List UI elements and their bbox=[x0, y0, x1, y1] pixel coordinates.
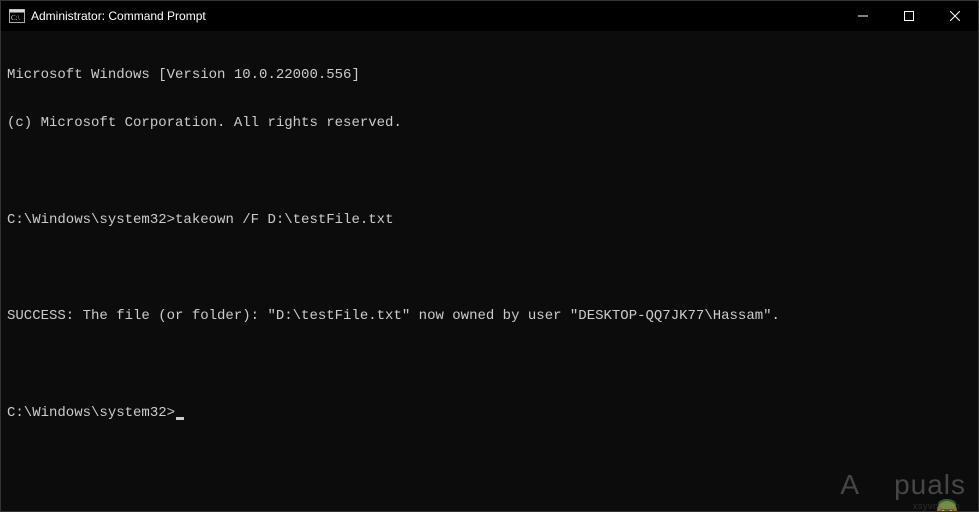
terminal-output: SUCCESS: The file (or folder): "D:\testF… bbox=[7, 308, 972, 324]
mascot-icon bbox=[862, 465, 892, 501]
terminal-line bbox=[7, 357, 972, 373]
prompt-text: C:\Windows\system32> bbox=[7, 212, 175, 228]
cursor bbox=[176, 417, 184, 420]
window-title: Administrator: Command Prompt bbox=[31, 9, 206, 23]
watermark: A puals bbox=[840, 465, 966, 501]
terminal-line: Microsoft Windows [Version 10.0.22000.55… bbox=[7, 67, 972, 83]
watermark-suffix: puals bbox=[894, 469, 966, 501]
titlebar[interactable]: C:\ Administrator: Command Prompt bbox=[1, 1, 978, 31]
watermark-prefix: A bbox=[840, 469, 860, 501]
terminal-line: (c) Microsoft Corporation. All rights re… bbox=[7, 115, 972, 131]
close-button[interactable] bbox=[932, 1, 978, 31]
maximize-button[interactable] bbox=[886, 1, 932, 31]
terminal-prompt-line: C:\Windows\system32> bbox=[7, 405, 972, 421]
svg-text:C:\: C:\ bbox=[11, 14, 20, 22]
window-controls bbox=[840, 1, 978, 31]
terminal-prompt-line: C:\Windows\system32>takeown /F D:\testFi… bbox=[7, 212, 972, 228]
terminal-area[interactable]: Microsoft Windows [Version 10.0.22000.55… bbox=[1, 31, 978, 511]
terminal-line bbox=[7, 260, 972, 276]
cmd-icon: C:\ bbox=[9, 8, 25, 24]
minimize-button[interactable] bbox=[840, 1, 886, 31]
command-text: takeown /F D:\testFile.txt bbox=[175, 212, 393, 228]
prompt-text: C:\Windows\system32> bbox=[7, 405, 175, 421]
command-prompt-window: C:\ Administrator: Command Prompt Micros… bbox=[0, 0, 979, 512]
terminal-line bbox=[7, 164, 972, 180]
watermark-sub: xsyvn.com bbox=[913, 501, 960, 511]
